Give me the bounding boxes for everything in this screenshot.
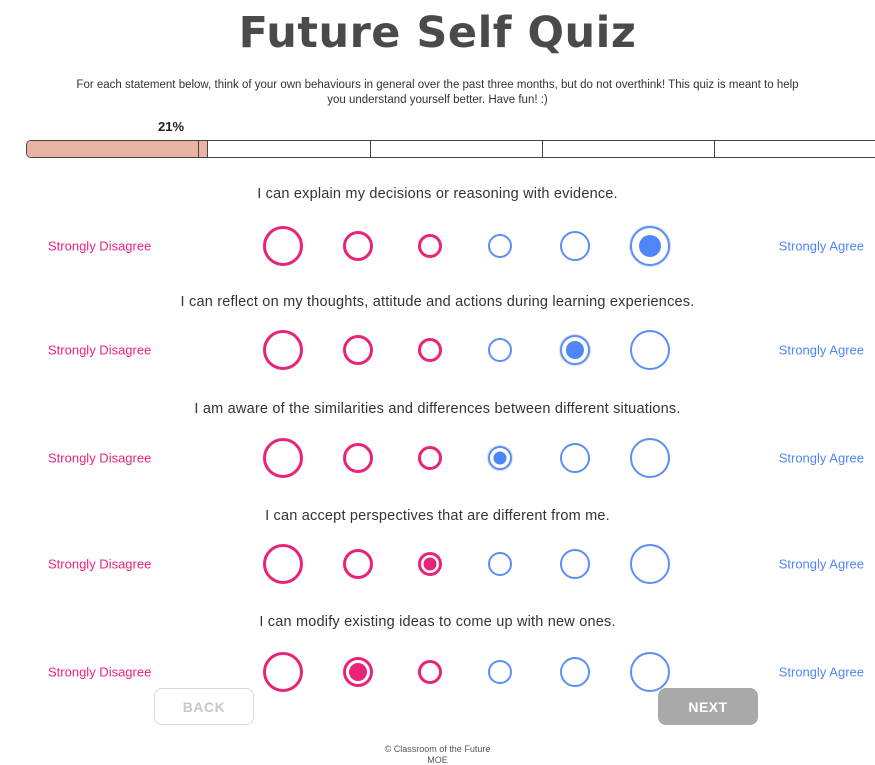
strongly-agree-label: Strongly Agree (778, 238, 864, 254)
radio-selected-dot (349, 663, 367, 681)
radio-option-6[interactable] (630, 226, 670, 266)
radio-option-4[interactable] (488, 660, 512, 684)
radio-selected-dot (566, 341, 584, 359)
radio-option-1[interactable] (263, 438, 303, 478)
question-text: I can accept perspectives that are diffe… (265, 508, 610, 524)
radio-option-1[interactable] (263, 652, 303, 692)
strongly-disagree-label: Strongly Disagree (48, 556, 152, 572)
question-text: I can reflect on my thoughts, attitude a… (180, 294, 695, 310)
question-text: I can modify existing ideas to come up w… (259, 614, 616, 630)
radio-option-2[interactable] (343, 549, 373, 579)
question-text: I can explain my decisions or reasoning … (257, 186, 618, 202)
radio-option-3[interactable] (418, 552, 442, 576)
radio-option-4[interactable] (488, 552, 512, 576)
page-title: Future Self Quiz (238, 8, 637, 58)
progress-divider (370, 141, 371, 157)
radio-option-3[interactable] (418, 446, 442, 470)
progress-divider (542, 141, 543, 157)
radio-option-4[interactable] (488, 446, 512, 470)
progress-percent: 21% (158, 119, 185, 134)
radio-option-5[interactable] (560, 231, 590, 261)
radio-option-3[interactable] (418, 338, 442, 362)
radio-option-4[interactable] (488, 338, 512, 362)
back-button[interactable]: BACK (154, 688, 254, 725)
radio-option-2[interactable] (343, 231, 373, 261)
likert-scale: Strongly Disagree Strongly Agree (0, 326, 875, 374)
radio-option-6[interactable] (630, 330, 670, 370)
radio-option-5[interactable] (560, 335, 590, 365)
likert-scale: Strongly Disagree Strongly Agree (0, 434, 875, 482)
radio-option-2[interactable] (343, 443, 373, 473)
footer-copyright: © Classroom of the Future (384, 744, 491, 754)
radio-option-3[interactable] (418, 234, 442, 258)
radio-option-1[interactable] (263, 544, 303, 584)
radio-option-6[interactable] (630, 652, 670, 692)
progress-fill (27, 141, 208, 157)
radio-option-4[interactable] (488, 234, 512, 258)
progress-bar (26, 140, 875, 158)
strongly-disagree-label: Strongly Disagree (48, 342, 152, 358)
radio-option-3[interactable] (418, 660, 442, 684)
strongly-disagree-label: Strongly Disagree (48, 450, 152, 466)
intro-text: For each statement below, think of your … (76, 79, 799, 106)
strongly-agree-label: Strongly Agree (778, 450, 864, 466)
radio-option-2[interactable] (343, 657, 373, 687)
radio-option-5[interactable] (560, 443, 590, 473)
progress-divider (198, 141, 199, 157)
question-text: I am aware of the similarities and diffe… (194, 401, 681, 417)
radio-selected-dot (423, 557, 437, 571)
footer: © Classroom of the Future MOE (0, 744, 875, 765)
strongly-agree-label: Strongly Agree (778, 556, 864, 572)
strongly-agree-label: Strongly Agree (778, 664, 864, 680)
strongly-agree-label: Strongly Agree (778, 342, 864, 358)
radio-option-6[interactable] (630, 544, 670, 584)
radio-option-5[interactable] (560, 549, 590, 579)
quiz-page: Future Self Quiz For each statement belo… (0, 0, 875, 765)
likert-scale: Strongly Disagree Strongly Agree (0, 540, 875, 588)
next-button[interactable]: NEXT (658, 688, 758, 725)
radio-selected-dot (493, 451, 507, 465)
radio-selected-dot (639, 235, 661, 257)
radio-option-5[interactable] (560, 657, 590, 687)
likert-scale: Strongly Disagree Strongly Agree (0, 222, 875, 270)
strongly-disagree-label: Strongly Disagree (48, 664, 152, 680)
radio-option-1[interactable] (263, 226, 303, 266)
radio-option-1[interactable] (263, 330, 303, 370)
footer-org: MOE (427, 755, 448, 765)
radio-option-2[interactable] (343, 335, 373, 365)
strongly-disagree-label: Strongly Disagree (48, 238, 152, 254)
progress-divider (714, 141, 715, 157)
radio-option-6[interactable] (630, 438, 670, 478)
